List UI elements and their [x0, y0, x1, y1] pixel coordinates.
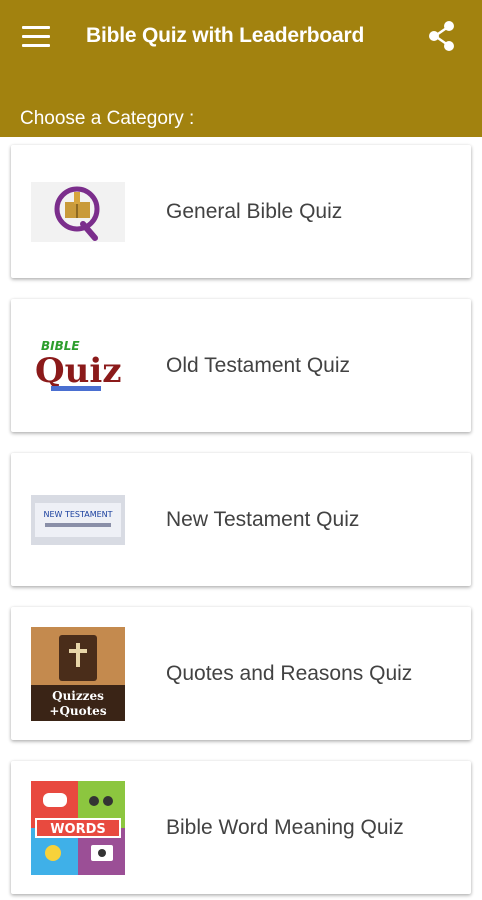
words-game-icon: WORDS — [31, 781, 125, 875]
category-label: Old Testament Quiz — [166, 354, 351, 377]
new-testament-banner-icon: NEW TESTAMENT — [31, 473, 125, 567]
app-bar: Bible Quiz with Leaderboard Choose a Cat… — [0, 0, 482, 137]
app-title: Bible Quiz with Leaderboard — [86, 24, 365, 47]
logo-text-words: WORDS — [50, 822, 106, 837]
category-old-testament-quiz[interactable]: BIBLE Quiz Old Testament Quiz — [11, 299, 471, 432]
choose-category-heading: Choose a Category : — [20, 108, 195, 129]
category-general-bible-quiz[interactable]: General Bible Quiz — [11, 145, 471, 278]
quizzes-quotes-bible-icon: Quizzes +Quotes — [31, 627, 125, 721]
logo-text-new-testament: NEW TESTAMENT — [43, 510, 112, 519]
share-icon[interactable] — [424, 18, 460, 54]
category-label: New Testament Quiz — [166, 508, 360, 531]
category-bible-word-meaning-quiz[interactable]: WORDS Bible Word Meaning Quiz — [11, 761, 471, 894]
bible-quiz-logo-icon: BIBLE Quiz — [31, 319, 125, 413]
hamburger-menu-icon[interactable] — [22, 20, 62, 52]
category-quotes-and-reasons-quiz[interactable]: Quizzes +Quotes Quotes and Reasons Quiz — [11, 607, 471, 740]
category-label: General Bible Quiz — [166, 200, 343, 223]
category-new-testament-quiz[interactable]: NEW TESTAMENT New Testament Quiz — [11, 453, 471, 586]
logo-text-quiz: Quiz — [35, 351, 122, 391]
bible-q-logo-icon — [31, 165, 125, 259]
logo-text-quizzes: Quizzes — [52, 689, 104, 703]
category-label: Quotes and Reasons Quiz — [166, 662, 413, 685]
logo-text-quotes: +Quotes — [49, 704, 106, 718]
category-label: Bible Word Meaning Quiz — [166, 816, 404, 839]
